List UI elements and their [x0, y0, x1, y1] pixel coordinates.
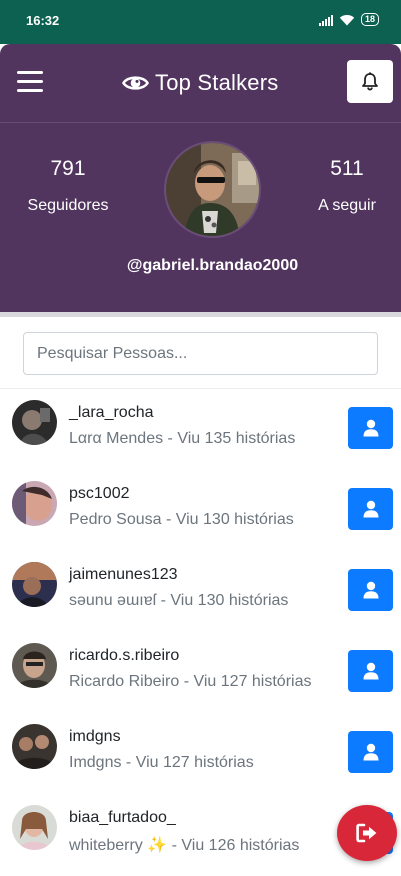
status-icons: 18 — [318, 13, 379, 26]
status-bar: 16:32 18 — [0, 0, 401, 44]
user-icon — [363, 743, 378, 761]
battery-level: 18 — [364, 14, 375, 24]
following-stat: 511 A seguir — [302, 157, 392, 215]
item-subtitle: Ricardo Ribeiro - Viu 127 histórias — [69, 673, 312, 690]
eye-icon — [122, 76, 149, 90]
app-title: Top Stalkers — [155, 70, 279, 95]
profile-header: Top Stalkers 791 Seguidores 511 A seguir… — [0, 44, 401, 312]
logout-button[interactable] — [337, 805, 397, 861]
following-count: 511 — [330, 157, 364, 180]
view-profile-button[interactable] — [348, 488, 393, 530]
view-profile-button[interactable] — [348, 407, 393, 449]
signal-icon — [318, 14, 333, 26]
list-item[interactable]: ricardo.s.ribeiro Ricardo Ribeiro - Viu … — [0, 632, 401, 714]
followers-stat: 791 Seguidores — [18, 157, 118, 215]
item-username: imdgns — [69, 728, 121, 745]
view-profile-button[interactable] — [348, 569, 393, 611]
hamburger-icon — [17, 71, 43, 74]
item-username: psc1002 — [69, 485, 130, 502]
top-bar: Top Stalkers — [0, 44, 401, 123]
item-username: jaimenunes123 — [69, 566, 178, 583]
list-item[interactable]: _lara_rocha Lαrα Mendes - Viu 135 histór… — [0, 389, 401, 471]
stalkers-list: _lara_rocha Lαrα Mendes - Viu 135 histór… — [0, 388, 401, 869]
notifications-button[interactable] — [347, 60, 393, 103]
view-profile-button[interactable] — [348, 650, 393, 692]
followers-count: 791 — [50, 157, 86, 180]
logout-icon — [356, 823, 377, 843]
list-item[interactable]: jaimenunes123 sәunu әɯıɐſ - Viu 130 hist… — [0, 551, 401, 633]
item-username: ricardo.s.ribeiro — [69, 647, 180, 664]
list-item[interactable]: imdgns Imdgns - Viu 127 histórias — [0, 713, 401, 795]
avatar — [12, 724, 57, 769]
menu-button[interactable] — [17, 71, 43, 93]
search-section — [0, 312, 401, 388]
following-label: A seguir — [318, 197, 376, 214]
battery-icon: 18 — [360, 13, 379, 26]
item-subtitle: sәunu әɯıɐſ - Viu 130 histórias — [69, 592, 289, 609]
avatar — [12, 643, 57, 688]
item-subtitle: Imdgns - Viu 127 histórias — [69, 754, 254, 771]
profile-avatar — [164, 141, 261, 238]
search-input[interactable] — [23, 332, 378, 375]
status-time: 16:32 — [26, 13, 60, 28]
followers-label: Seguidores — [27, 197, 109, 214]
avatar — [12, 481, 57, 526]
user-icon — [363, 500, 378, 518]
item-username: _lara_rocha — [69, 404, 154, 421]
avatar — [12, 562, 57, 607]
item-subtitle: whiteberry ✨ - Viu 126 histórias — [69, 837, 300, 854]
list-item[interactable]: psc1002 Pedro Sousa - Viu 130 histórias — [0, 470, 401, 552]
bell-icon — [362, 72, 378, 91]
item-username: biaa_furtadoo_ — [69, 809, 176, 826]
wifi-icon — [339, 14, 355, 25]
item-subtitle: Lαrα Mendes - Viu 135 histórias — [69, 430, 296, 447]
view-profile-button[interactable] — [348, 731, 393, 773]
user-icon — [363, 581, 378, 599]
user-icon — [363, 419, 378, 437]
user-icon — [363, 662, 378, 680]
item-subtitle: Pedro Sousa - Viu 130 histórias — [69, 511, 294, 528]
avatar — [12, 805, 57, 850]
profile-username: @gabriel.brandao2000 — [126, 257, 299, 274]
app-brand: Top Stalkers — [122, 70, 278, 96]
avatar — [12, 400, 57, 445]
